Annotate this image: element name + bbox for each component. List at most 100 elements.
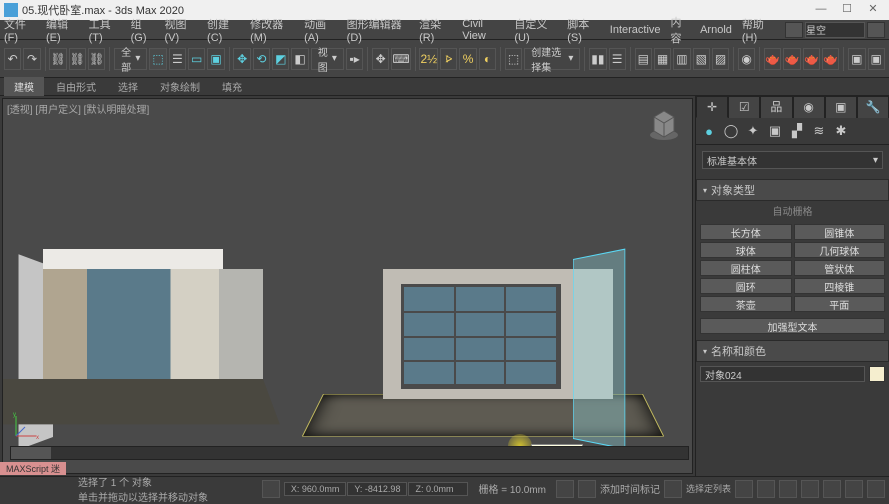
selection-filter[interactable]: 全部 ▾: [114, 48, 147, 70]
undo-button[interactable]: ↶: [4, 48, 21, 70]
move-button[interactable]: ✥: [233, 48, 250, 70]
select-name-button[interactable]: ☰: [169, 48, 186, 70]
prim-cylinder[interactable]: 圆柱体: [700, 260, 792, 276]
autogrid-checkbox[interactable]: 自动栅格: [696, 201, 889, 220]
menu-help[interactable]: 帮助(H): [742, 16, 775, 44]
viewport[interactable]: [透视] [用户定义] [默认明暗处理] Plane004: [2, 98, 693, 474]
percent-snap-button[interactable]: %: [459, 48, 476, 70]
nav-max[interactable]: [867, 480, 885, 498]
prim-sphere[interactable]: 球体: [700, 242, 792, 258]
object-name-input[interactable]: [700, 366, 865, 382]
tab-create[interactable]: ✛: [696, 96, 728, 118]
menu-interactive[interactable]: Interactive: [610, 24, 661, 36]
unlink-button[interactable]: ⛓: [69, 48, 86, 70]
pivot-button[interactable]: ▪▸: [346, 48, 363, 70]
geom-icon[interactable]: ●: [700, 122, 718, 140]
material-editor-button[interactable]: ◉: [738, 48, 755, 70]
menu-arnold[interactable]: Arnold: [700, 24, 732, 36]
menu-tools[interactable]: 工具(T): [89, 16, 121, 44]
lights-icon[interactable]: ✦: [744, 122, 762, 140]
toggle-ribbon-button[interactable]: ▥: [673, 48, 690, 70]
space-warp-icon[interactable]: ≋: [810, 122, 828, 140]
menu-group[interactable]: 组(G): [131, 16, 155, 44]
playback-play[interactable]: [757, 480, 775, 498]
lock-selection-button[interactable]: [262, 480, 280, 498]
isolate-button[interactable]: [556, 480, 574, 498]
coord-x[interactable]: X: 960.0mm: [284, 482, 347, 496]
nav-pan[interactable]: [801, 480, 819, 498]
ribbon-tab-populate[interactable]: 填充: [212, 77, 252, 96]
menu-render[interactable]: 渲染(R): [419, 16, 452, 44]
snap-2d-button[interactable]: 2½: [419, 48, 438, 70]
playback-next[interactable]: [779, 480, 797, 498]
menu-file[interactable]: 文件(F): [4, 16, 36, 44]
prim-geosphere[interactable]: 几何球体: [794, 242, 886, 258]
menu-animation[interactable]: 动画(A): [304, 16, 337, 44]
nav-orbit[interactable]: [845, 480, 863, 498]
workspace-search[interactable]: [805, 22, 865, 38]
ref-coord[interactable]: 视图 ▾: [311, 48, 344, 70]
curve-editor-button[interactable]: ▧: [693, 48, 710, 70]
ribbon-tab-freeform[interactable]: 自由形式: [46, 77, 106, 96]
rotate-button[interactable]: ⟲: [253, 48, 270, 70]
safe-frame-button[interactable]: ▣: [848, 48, 865, 70]
coord-z[interactable]: Z: 0.0mm: [408, 482, 468, 496]
named-selset[interactable]: 创建选择集 ▾: [524, 48, 580, 70]
menu-edit[interactable]: 编辑(E): [46, 16, 79, 44]
selection-lock-button[interactable]: [578, 480, 596, 498]
autokey-button[interactable]: [664, 480, 682, 498]
keyboard-button[interactable]: ⌨: [391, 48, 410, 70]
prim-pyramid[interactable]: 四棱锥: [794, 278, 886, 294]
ribbon-tab-objpaint[interactable]: 对象绘制: [150, 77, 210, 96]
rollout-object-type[interactable]: 对象类型: [696, 179, 889, 201]
workspace-dropdown[interactable]: [867, 22, 885, 38]
menu-scripts[interactable]: 脚本(S): [567, 16, 600, 44]
menu-create[interactable]: 创建(C): [207, 16, 240, 44]
shapes-icon[interactable]: ◯: [722, 122, 740, 140]
prim-cone[interactable]: 圆锥体: [794, 224, 886, 240]
menu-civilview[interactable]: Civil View: [462, 18, 504, 42]
rollout-name-color[interactable]: 名称和颜色: [696, 340, 889, 362]
helpers-icon[interactable]: ▞: [788, 122, 806, 140]
edit-selset-button[interactable]: ⬚: [505, 48, 522, 70]
ribbon-tab-modeling[interactable]: 建模: [4, 77, 44, 96]
close-button[interactable]: ✕: [861, 2, 885, 18]
mirror-button[interactable]: ▮▮: [589, 48, 606, 70]
prim-teapot[interactable]: 茶壶: [700, 296, 792, 312]
manip-button[interactable]: ✥: [372, 48, 389, 70]
time-slider[interactable]: [10, 446, 689, 460]
menu-modifiers[interactable]: 修改器(M): [250, 16, 294, 44]
prim-torus[interactable]: 圆环: [700, 278, 792, 294]
tab-motion[interactable]: ◉: [793, 96, 825, 118]
cameras-icon[interactable]: ▣: [766, 122, 784, 140]
nav-zoom[interactable]: [823, 480, 841, 498]
maxscript-listener[interactable]: MAXScript 迷: [0, 460, 82, 476]
prim-box[interactable]: 长方体: [700, 224, 792, 240]
primitive-category[interactable]: 标准基本体▾: [702, 151, 883, 169]
menu-content[interactable]: 内容: [671, 14, 691, 46]
select-rect[interactable]: ▭: [188, 48, 205, 70]
window-crossing[interactable]: ▣: [207, 48, 224, 70]
bind-button[interactable]: ⛓: [88, 48, 105, 70]
placement-button[interactable]: ◧: [291, 48, 308, 70]
tab-modify[interactable]: ☑: [728, 96, 760, 118]
sel-list[interactable]: 选择定列表: [686, 482, 731, 495]
schematic-button[interactable]: ▨: [712, 48, 729, 70]
maximize-button[interactable]: ☐: [835, 2, 859, 18]
viewcube[interactable]: [644, 103, 684, 143]
tab-display[interactable]: ▣: [825, 96, 857, 118]
render-setup-button[interactable]: 🫖: [764, 48, 781, 70]
menu-grapheditors[interactable]: 图形编辑器(D): [347, 16, 409, 44]
tab-hierarchy[interactable]: 品: [760, 96, 792, 118]
layers-button[interactable]: ▤: [635, 48, 652, 70]
select-button[interactable]: ⬚: [149, 48, 166, 70]
redo-button[interactable]: ↷: [23, 48, 40, 70]
systems-icon[interactable]: ✱: [832, 122, 850, 140]
scene-explorer-button[interactable]: ▦: [654, 48, 671, 70]
link-button[interactable]: ⛓: [49, 48, 66, 70]
prim-plane[interactable]: 平面: [794, 296, 886, 312]
render-frame-button[interactable]: 🫖: [783, 48, 800, 70]
render-cloud-button[interactable]: 🫖: [822, 48, 839, 70]
scale-button[interactable]: ◩: [272, 48, 289, 70]
signin-icon[interactable]: [785, 22, 803, 38]
